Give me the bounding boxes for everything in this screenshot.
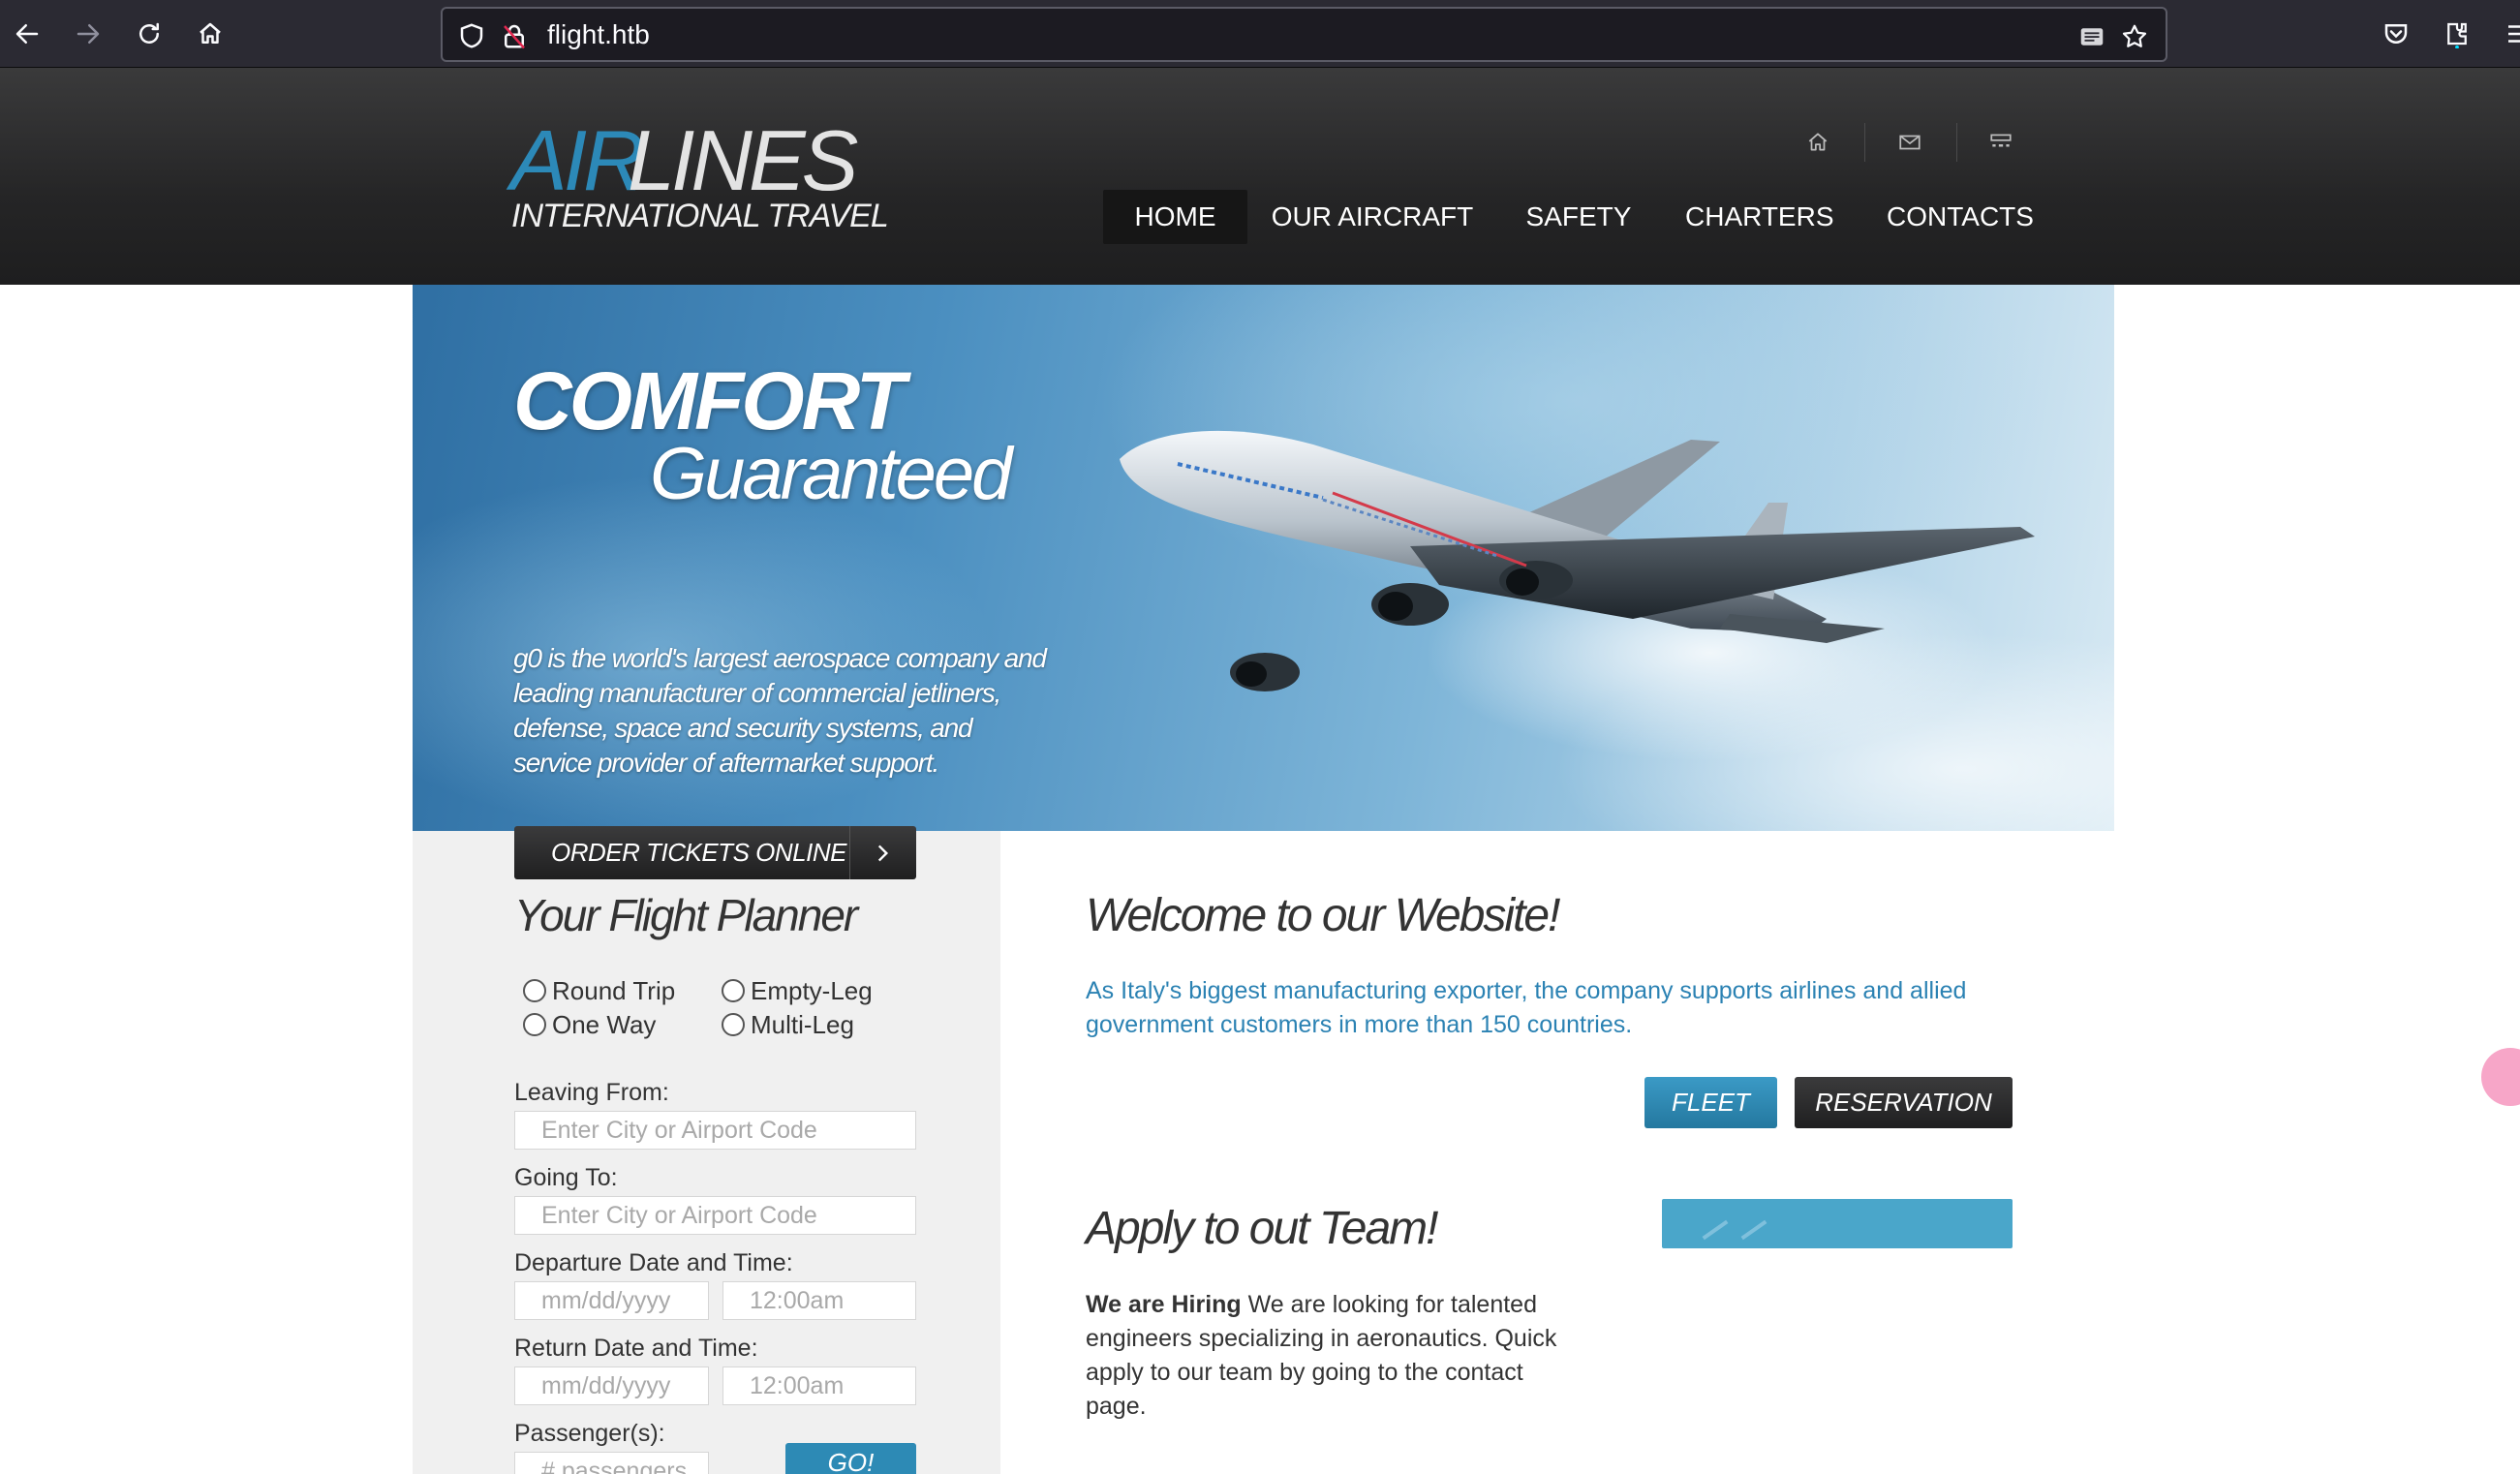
lock-icon[interactable] [499, 20, 530, 51]
nav-home[interactable]: HOME [1103, 190, 1247, 244]
planner-title: Your Flight Planner [514, 890, 858, 940]
nav-safety[interactable]: SAFETY [1521, 190, 1636, 244]
logo-lines[interactable]: LINES [628, 118, 858, 203]
passengers-input[interactable]: # passengers [514, 1452, 709, 1474]
going-to-label: Going To: [514, 1164, 618, 1191]
hero-subtitle: Guaranteed [650, 433, 1012, 515]
passengers-label: Passenger(s): [514, 1420, 665, 1447]
fleet-button[interactable]: FLEET [1644, 1077, 1777, 1128]
forward-arrow-icon[interactable] [64, 10, 112, 58]
menu-icon[interactable] [2494, 10, 2520, 58]
sitemap-icon[interactable] [1984, 126, 2017, 159]
going-to-input[interactable]: Enter City or Airport Code [514, 1196, 916, 1235]
radio-label: Empty-Leg [751, 975, 873, 1005]
decoration [1740, 1219, 1767, 1241]
radio-one-way[interactable]: One Way [523, 1009, 656, 1040]
radio-circle[interactable] [523, 1013, 546, 1036]
extensions-icon[interactable] [2433, 10, 2481, 58]
departure-time-input[interactable]: 12:00am [722, 1281, 916, 1320]
radio-label: One Way [552, 1009, 657, 1039]
apply-bold: We are Hiring [1086, 1291, 1242, 1318]
hero-description: g0 is the world's largest aerospace comp… [513, 643, 1047, 778]
leaving-from-label: Leaving From: [514, 1079, 669, 1106]
reload-icon[interactable] [125, 10, 173, 58]
url-bar[interactable]: flight.htb [441, 7, 2167, 62]
nav-charters[interactable]: CHARTERS [1685, 190, 1834, 244]
browser-toolbar: flight.htb [0, 0, 2520, 68]
mail-icon[interactable] [1893, 126, 1926, 159]
chevron-right-icon [863, 837, 902, 870]
order-tickets-button[interactable]: ORDER TICKETS ONLINE [514, 826, 916, 879]
radio-circle[interactable] [722, 1013, 745, 1036]
radio-label: Multi-Leg [751, 1009, 854, 1039]
nav-our-aircraft[interactable]: OUR AIRCRAFT [1267, 190, 1478, 244]
divider [1956, 123, 1957, 162]
departure-label: Departure Date and Time: [514, 1249, 793, 1276]
url-text[interactable]: flight.htb [547, 9, 650, 61]
return-time-input[interactable]: 12:00am [722, 1367, 916, 1405]
radio-round-trip[interactable]: Round Trip [523, 975, 675, 1006]
shield-icon[interactable] [456, 20, 487, 51]
nav-contacts[interactable]: CONTACTS [1883, 190, 2038, 244]
go-button[interactable]: GO! [785, 1443, 916, 1474]
order-tickets-label: ORDER TICKETS ONLINE [551, 838, 846, 867]
departure-date-input[interactable]: mm/dd/yyyy [514, 1281, 709, 1320]
return-date-input[interactable]: mm/dd/yyyy [514, 1367, 709, 1405]
apply-banner [1662, 1199, 2013, 1248]
bookmark-star-icon[interactable] [2118, 20, 2151, 53]
airplane-image [1120, 430, 2035, 691]
leaving-from-input[interactable]: Enter City or Airport Code [514, 1111, 916, 1150]
reader-mode-icon[interactable] [2075, 20, 2108, 53]
site-header: AIR LINES INTERNATIONAL TRAVEL HOME OUR … [0, 68, 2520, 285]
divider [1864, 123, 1865, 162]
welcome-title: Welcome to our Website! [1086, 890, 1560, 941]
radio-circle[interactable] [523, 979, 546, 1002]
decoration [1702, 1219, 1729, 1241]
radio-circle[interactable] [722, 979, 745, 1002]
hero-banner: COMFORT Guaranteed g0 is the world's lar… [413, 285, 2114, 831]
return-label: Return Date and Time: [514, 1335, 758, 1362]
floating-side-tab[interactable] [2481, 1048, 2520, 1106]
back-arrow-icon[interactable] [3, 10, 51, 58]
logo-subtitle: INTERNATIONAL TRAVEL [511, 198, 889, 234]
radio-multi-leg[interactable]: Multi-Leg [722, 1009, 854, 1040]
reservation-button[interactable]: RESERVATION [1795, 1077, 2013, 1128]
apply-text: We are Hiring We are looking for talente… [1086, 1288, 1580, 1424]
radio-empty-leg[interactable]: Empty-Leg [722, 975, 873, 1006]
divider [849, 826, 850, 879]
welcome-text: As Italy's biggest manufacturing exporte… [1086, 977, 1967, 1038]
home-icon[interactable] [1801, 126, 1834, 159]
radio-label: Round Trip [552, 975, 676, 1005]
pocket-icon[interactable] [2372, 10, 2420, 58]
logo-air[interactable]: AIR [510, 118, 645, 203]
apply-title: Apply to out Team! [1086, 1203, 1438, 1254]
home-icon[interactable] [186, 10, 234, 58]
